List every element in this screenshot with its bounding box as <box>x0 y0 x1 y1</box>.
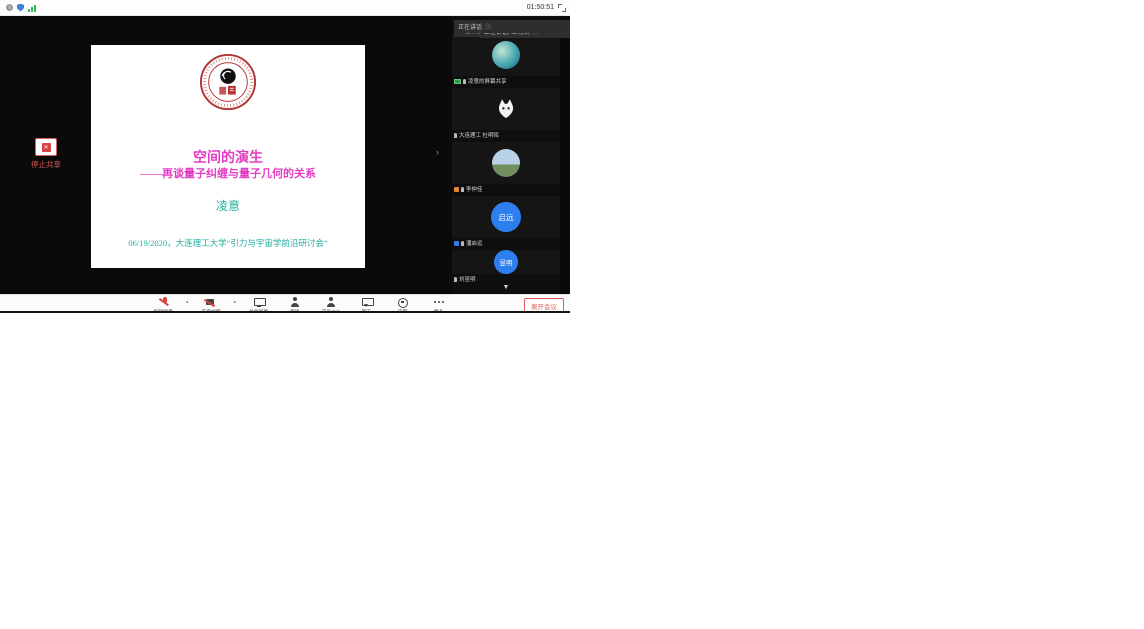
avatar <box>492 149 520 177</box>
cat-avatar <box>493 96 519 122</box>
member-icon <box>454 187 459 192</box>
participant-tile[interactable]: 大连理工 杜明晖 <box>452 88 560 140</box>
slide-author: 凌意 <box>91 197 365 214</box>
mic-muted-icon <box>158 297 170 307</box>
screen-share-icon <box>454 79 461 84</box>
speaking-names: 正在讲话 <box>458 22 482 31</box>
participants-sidebar: 正在讲话))) 凌意的屏幕共享 大连理工 杜明晖 李仲佳 启远 潘启远 昱明 <box>452 16 560 294</box>
more-icon <box>433 297 445 307</box>
member-icon <box>454 241 459 246</box>
meeting-toolbar: 解除静音 ▴ 开启视频 ▴ 共享屏幕 邀请 成员(24) 聊天 应用 更多 离开… <box>0 294 572 312</box>
invite-icon <box>289 297 301 307</box>
avatar-initials: 昱明 <box>494 250 518 274</box>
avatar <box>492 41 520 69</box>
participant-name: 李仲佳 <box>466 185 483 193</box>
avatar-initials: 启远 <box>491 202 521 232</box>
participant-name: 大连理工 杜明晖 <box>459 131 499 139</box>
participant-name: 刘昱明 <box>459 275 476 283</box>
collapse-sidebar-icon[interactable]: › <box>436 148 439 157</box>
info-icon[interactable]: i <box>6 4 13 11</box>
participant-tile[interactable]: 昱明 刘昱明 <box>452 250 560 284</box>
mic-icon <box>454 277 457 282</box>
share-screen-icon <box>253 297 265 307</box>
slide-title-line2: ——再谈量子纠缠与量子几何的关系 <box>91 165 365 181</box>
participant-name: 潘启远 <box>466 239 483 247</box>
audio-wave-icon: ))) <box>485 24 491 30</box>
window-gutter-horizontal <box>0 313 1144 315</box>
network-signal-icon <box>28 4 37 12</box>
participant-name: 凌意的屏幕共享 <box>468 77 507 85</box>
stop-share-button[interactable]: ✕ <box>35 138 57 156</box>
security-shield-icon[interactable] <box>17 4 24 12</box>
meeting-duration: 01:50:51 <box>527 4 554 11</box>
scroll-down-icon[interactable]: ▼ <box>452 284 560 291</box>
screenshot-canvas: 腾讯会议 —❐✕ 显示任务栏 显示设置▾ 结束幻灯片放映 —❐✕ 0:00:06… <box>0 0 1144 629</box>
meeting-statusbar: i 01:50:51 <box>0 0 572 16</box>
speaking-header: 正在讲话))) <box>454 20 566 33</box>
participant-tile[interactable]: 凌意的屏幕共享 <box>452 34 560 86</box>
close-icon: ✕ <box>42 143 51 152</box>
stop-share-control[interactable]: ✕ 停止共享 <box>26 138 66 170</box>
mic-icon <box>454 133 457 138</box>
mic-icon <box>463 79 466 84</box>
institute-seal-logo <box>199 53 257 111</box>
mic-icon <box>461 187 464 192</box>
apps-icon <box>397 297 409 307</box>
fullscreen-icon[interactable] <box>558 4 566 12</box>
slide-title-line1: 空间的演生 <box>91 147 365 167</box>
meeting-window-q4: i 01:50:51 空间的演生 <box>0 0 572 314</box>
participant-tile[interactable]: 李仲佳 <box>452 142 560 194</box>
shared-slide: 空间的演生 ——再谈量子纠缠与量子几何的关系 凌意 06/19/2020，大连理… <box>91 45 365 268</box>
members-icon <box>325 297 337 307</box>
slide-conference: 06/19/2020，大连理工大学“引力与宇宙学前沿研讨会” <box>91 237 365 249</box>
stop-share-label: 停止共享 <box>26 159 66 170</box>
chat-icon <box>361 297 373 307</box>
participant-tile[interactable]: 启远 潘启远 <box>452 196 560 248</box>
camera-off-icon <box>205 297 217 307</box>
mic-icon <box>461 241 464 246</box>
